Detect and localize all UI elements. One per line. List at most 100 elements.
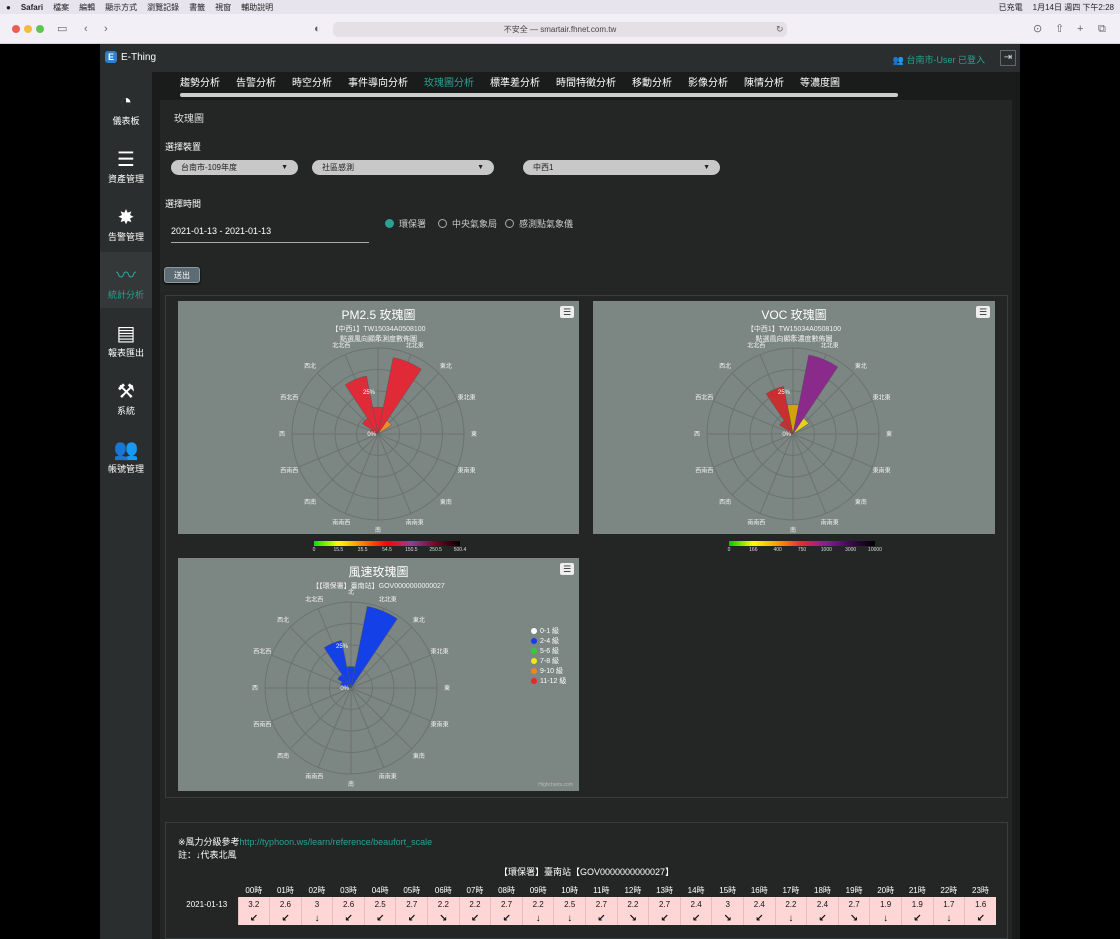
rose-petal-voc[interactable] <box>792 354 839 435</box>
radio-cwb-label: 中央氣象局 <box>452 219 498 229</box>
tab-overview-icon[interactable]: ⧉ <box>1098 22 1106 36</box>
tab-alert[interactable]: 告警分析 <box>228 74 284 94</box>
wind-speed-cell: 1.9 <box>900 897 934 911</box>
logout-icon[interactable]: ⇥ <box>1000 50 1016 66</box>
rose-petal-pm25[interactable] <box>377 357 422 435</box>
submit-button[interactable]: 送出 <box>164 267 200 283</box>
reload-icon[interactable]: ↻ <box>776 22 784 36</box>
sidebar-toggle-icon[interactable]: ▭ <box>57 22 67 36</box>
minimize-window-button[interactable] <box>24 25 32 33</box>
rose-petal-wind[interactable] <box>350 605 398 689</box>
sidebar-item-label: 告警管理 <box>107 232 144 242</box>
menu-history[interactable]: 瀏覽記錄 <box>147 2 179 13</box>
wind-speed-cell: 2.2 <box>458 897 491 911</box>
legend-item[interactable]: 0-1 級 <box>531 626 566 636</box>
user-status[interactable]: 👥 台南市-User 已登入 <box>893 53 985 66</box>
colorbar-tick: 250.5 <box>429 547 442 553</box>
legend-item[interactable]: 9-10 級 <box>531 666 566 676</box>
region-select[interactable]: 台南市-109年度 ▼ <box>171 160 298 175</box>
hour-header: 19時 <box>845 885 863 895</box>
wind-speed-cell: 2.2 <box>774 897 807 911</box>
clock[interactable]: 1月14日 週四 下午2:28 <box>1033 2 1114 13</box>
privacy-shield-icon[interactable]: ◐ <box>314 22 321 36</box>
battery-status[interactable]: 已充電 <box>999 2 1023 13</box>
wind-speed-cell: 2.5 <box>363 897 396 911</box>
legend-item[interactable]: 11-12 級 <box>531 676 566 686</box>
rose-direction-label: 西北 <box>719 362 731 370</box>
pm25-menu-icon[interactable]: ☰ <box>560 306 574 318</box>
url-bar[interactable]: 不安全 — smartair.fhnet.com.tw <box>333 22 787 37</box>
forward-icon[interactable]: › <box>104 22 108 36</box>
legend-item[interactable]: 2-4 級 <box>531 636 566 646</box>
wind-menu-icon[interactable]: ☰ <box>560 563 574 575</box>
app-name: E-Thing <box>121 51 157 63</box>
wind-direction-arrow: ↙ <box>363 911 396 925</box>
tab-spatiotemporal[interactable]: 時空分析 <box>284 74 340 94</box>
menu-file[interactable]: 檔案 <box>53 2 69 13</box>
menu-window[interactable]: 視窗 <box>215 2 231 13</box>
wind-rose-chart[interactable]: 北北北東 東北 東北東東東南東 東南 南南東南南南西 西南 西南西西西北西 西北 北北西 25% 0… <box>178 558 579 791</box>
radio-sensor-weather[interactable]: 感測點氣象儀 <box>505 217 573 230</box>
menu-view[interactable]: 顯示方式 <box>105 2 137 13</box>
sidebar-item-reports[interactable]: ▤ 報表匯出 <box>100 322 152 359</box>
back-icon[interactable]: ‹ <box>84 22 88 36</box>
wind-direction-arrow: ↓ <box>553 911 586 925</box>
highcharts-credit[interactable]: Highcharts.com <box>538 782 573 788</box>
sidebar-item-system[interactable]: ⚒ 系統 <box>100 380 152 417</box>
legend-swatch <box>531 628 537 634</box>
share-icon[interactable]: ⇧ <box>1055 22 1064 36</box>
tab-isopleth[interactable]: 等濃度圖 <box>792 74 848 94</box>
rose-spoke <box>289 687 352 750</box>
voc-menu-icon[interactable]: ☰ <box>976 306 990 318</box>
tab-movement[interactable]: 移動分析 <box>624 74 680 94</box>
apple-icon[interactable]: ● <box>6 3 11 12</box>
radio-epa[interactable]: 環保署 <box>385 217 426 230</box>
wind-speed-cell: 2.2 <box>616 897 649 911</box>
menu-safari[interactable]: Safari <box>21 3 43 12</box>
sidebar-item-assets[interactable]: ☰ 資產管理 <box>100 148 152 185</box>
wind-speed-cell: 2.5 <box>553 897 586 911</box>
page-title: 玫瑰圖 <box>174 114 204 125</box>
sidebar-item-label: 儀表板 <box>112 116 140 126</box>
tab-rose[interactable]: 玫瑰圖分析 <box>416 74 482 94</box>
device-select[interactable]: 中西1 ▼ <box>523 160 720 175</box>
hour-header: 21時 <box>908 885 926 895</box>
wind-direction-arrow: ↙ <box>395 911 428 925</box>
new-tab-icon[interactable]: + <box>1077 22 1083 36</box>
rose-direction-label: 東南東 <box>431 721 449 729</box>
legend-item[interactable]: 5-6 級 <box>531 646 566 656</box>
tab-trend[interactable]: 趨勢分析 <box>172 74 228 94</box>
radio-cwb[interactable]: 中央氣象局 <box>438 217 497 230</box>
tab-time-feature[interactable]: 時間特徵分析 <box>548 74 624 94</box>
close-window-button[interactable] <box>12 25 20 33</box>
menu-edit[interactable]: 編輯 <box>79 2 95 13</box>
wind-direction-arrow: ↓ <box>869 911 902 925</box>
app-logo[interactable]: E E-Thing <box>105 51 156 63</box>
category-select[interactable]: 社區感測 ▼ <box>312 160 494 175</box>
sidebar-item-dashboard[interactable]: ◔ 儀表板 <box>100 90 152 127</box>
zoom-window-button[interactable] <box>36 25 44 33</box>
sidebar-item-alerts[interactable]: ✸ 告警管理 <box>100 206 152 243</box>
menu-help[interactable]: 輔助說明 <box>241 2 273 13</box>
voc-rose-chart[interactable]: 北北北東 東北 東北東東東南東 東南 南南東南南南西 西南 西南西西西北西 西北 北北西 25% 0… <box>593 301 995 534</box>
wind-speed-row: 2021-01-13 3.2 2.6 3 2.6 2.5 2.7 2.2 2.2 2.7 2.2 2.… <box>176 897 997 911</box>
beaufort-link[interactable]: http://typhoon.ws/learn/reference/beaufo… <box>240 837 433 847</box>
sidebar-item-statistics[interactable]: 〰統計分析 <box>100 252 152 308</box>
tab-event[interactable]: 事件導向分析 <box>340 74 416 94</box>
legend-item[interactable]: 7-8 級 <box>531 656 566 666</box>
tab-image[interactable]: 影像分析 <box>680 74 736 94</box>
rose-direction-label: 東北 <box>855 362 867 370</box>
sidebar-item-accounts[interactable]: 👥 帳號管理 <box>100 438 152 475</box>
wind-direction-arrow: ↓ <box>932 911 965 925</box>
rose-ring-label: 0% <box>782 432 791 438</box>
rose-petal-pm25[interactable] <box>344 375 379 435</box>
menu-bookmarks[interactable]: 書籤 <box>189 2 205 13</box>
pm25-rose-chart[interactable]: 北北北東 東北 東北東東東南東 東南 南南東南南南西 西南 西南西西西北西 西北 北北西 25% 0… <box>178 301 579 534</box>
tab-stddev[interactable]: 標準差分析 <box>482 74 548 94</box>
date-range-input[interactable]: 2021-01-13 - 2021-01-13 <box>171 220 369 243</box>
wind-direction-arrow: ↘ <box>837 911 870 925</box>
wind-speed-cell: 2.7 <box>648 897 681 911</box>
tabs-scrollbar[interactable] <box>180 93 898 97</box>
tab-petition[interactable]: 陳情分析 <box>736 74 792 94</box>
download-icon[interactable]: ⊙ <box>1033 22 1042 36</box>
